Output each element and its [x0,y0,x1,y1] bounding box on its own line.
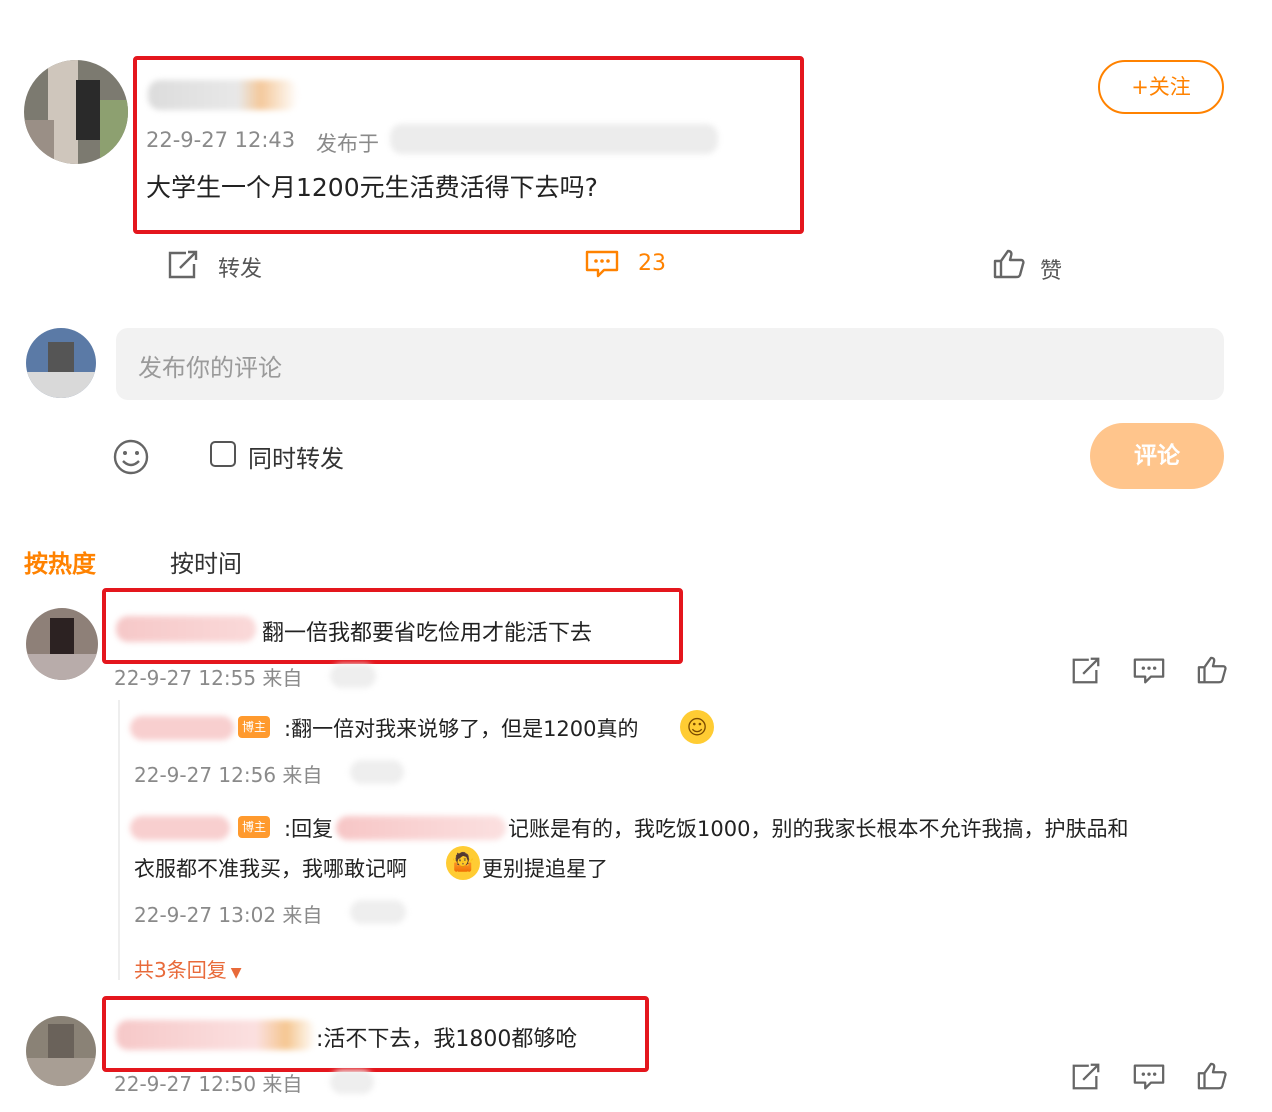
like-label[interactable]: 赞 [1040,253,1062,285]
reply-source-blurred [350,900,406,924]
comment-count[interactable]: 23 [638,251,666,276]
chevron-down-icon[interactable]: ▼ [231,965,242,981]
comment-highlight-box [102,588,683,664]
post-highlight-box [133,56,804,234]
comment-repost-icon[interactable] [1070,1062,1102,1092]
emoji-icon[interactable] [112,438,150,476]
post-author-avatar[interactable] [24,60,128,164]
repost-icon[interactable] [166,250,200,280]
laughing-emoji-icon: ☺ [680,710,714,744]
repost-label[interactable]: 转发 [218,251,262,283]
reply-meta: 22-9-27 13:02 来自 [134,903,323,927]
repost-checkbox[interactable] [210,441,236,467]
comment-reply-icon[interactable] [1132,656,1166,686]
follow-button[interactable]: +关注 [1098,60,1224,114]
comment-reply-icon[interactable] [1132,1062,1166,1092]
current-user-avatar [26,328,96,398]
submit-comment-button[interactable]: 评论 [1090,423,1224,489]
comment-avatar[interactable] [26,608,98,680]
comment-like-icon[interactable] [1196,655,1228,685]
reply-text-line2a: 衣服都不准我买，我哪敢记啊 [134,857,407,881]
comment-avatar[interactable] [26,1016,96,1086]
reply-author-blurred[interactable] [130,816,230,840]
comment-meta: 22-9-27 12:50 来自 [114,1072,303,1096]
comment-icon[interactable] [584,249,620,279]
author-badge: 博主 [238,816,271,838]
comment-highlight-box [102,996,649,1072]
reply-thread [118,700,120,980]
reply-text-line2b: 更别提追星了 [482,857,608,881]
shrug-emoji-icon: 🤷 [446,846,480,880]
reply-author-blurred[interactable] [130,716,234,740]
reply-source-blurred [350,760,404,784]
reply-prefix: :回复 [284,817,334,841]
tab-sort-time[interactable]: 按时间 [170,544,242,579]
comment-source-blurred [330,1070,374,1094]
comment-repost-icon[interactable] [1070,656,1102,686]
like-icon[interactable] [992,248,1026,280]
author-badge: 博主 [238,716,271,738]
reply-text: :翻一倍对我来说够了，但是1200真的 [284,717,639,741]
comment-meta: 22-9-27 12:55 来自 [114,666,303,690]
reply-text-line1: 记账是有的，我吃饭1000，别的我家长根本不允许我搞，护肤品和 [508,817,1129,841]
more-replies-label[interactable]: 共3条回复 [134,958,227,982]
comment-source-blurred [330,664,376,688]
reply-meta: 22-9-27 12:56 来自 [134,763,323,787]
reply-to-name-blurred[interactable] [336,816,506,840]
more-replies-link[interactable]: 共3条回复 ▼ [134,954,242,983]
comment-input-placeholder: 发布你的评论 [138,354,282,382]
repost-checkbox-label[interactable]: 同时转发 [248,439,344,474]
tab-sort-hot[interactable]: 按热度 [24,544,96,579]
comment-like-icon[interactable] [1196,1061,1228,1091]
comment-input[interactable]: 发布你的评论 [116,328,1224,400]
